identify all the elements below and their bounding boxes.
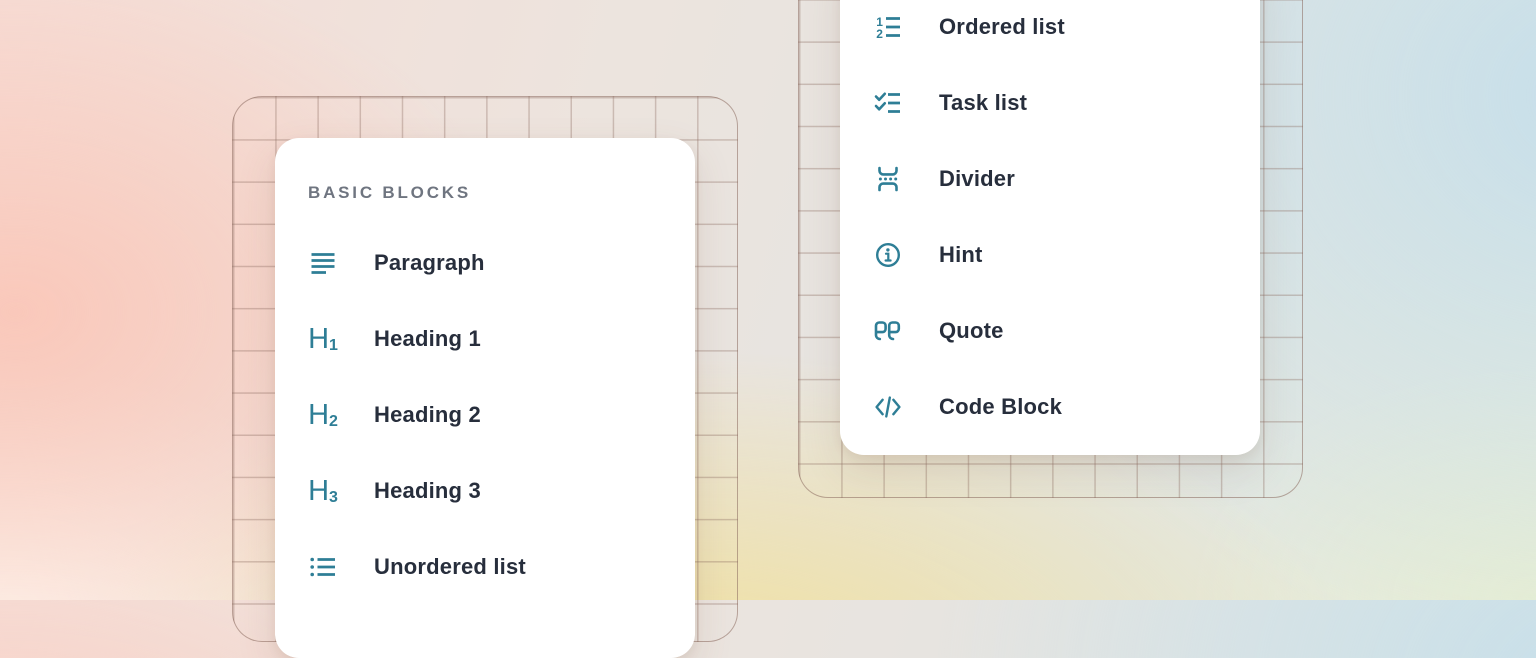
menu-item-quote[interactable]: Quote (873, 314, 1260, 348)
menu-item-label: Paragraph (374, 250, 485, 276)
menu-item-code-block[interactable]: Code Block (873, 390, 1260, 424)
task-list-icon (873, 88, 903, 118)
basic-blocks-card: BASIC BLOCKS Paragraph H1 Heading 1 H2 Headi… (275, 138, 695, 658)
menu-item-hint[interactable]: Hint (873, 238, 1260, 272)
code-block-icon (873, 392, 903, 422)
menu-item-label: Heading 2 (374, 402, 481, 428)
section-label: BASIC BLOCKS (308, 184, 695, 202)
menu-item-label: Quote (939, 318, 1004, 344)
menu-item-heading-2[interactable]: H2 Heading 2 (308, 398, 695, 432)
menu-item-heading-3[interactable]: H3 Heading 3 (308, 474, 695, 508)
paragraph-icon (308, 248, 338, 278)
menu-item-label: Heading 3 (374, 478, 481, 504)
menu-item-label: Code Block (939, 394, 1062, 420)
heading-3-icon: H3 (308, 476, 338, 506)
quote-icon (873, 316, 903, 346)
menu-item-unordered-list[interactable]: Unordered list (308, 550, 695, 584)
basic-blocks-item-list: Paragraph H1 Heading 1 H2 Heading 2 H3 Heading… (308, 246, 695, 626)
ordered-list-icon: 12 (873, 12, 903, 42)
menu-item-ordered-list[interactable]: 12 Ordered list (873, 10, 1260, 44)
menu-item-paragraph[interactable]: Paragraph (308, 246, 695, 280)
menu-item-divider[interactable]: Divider (873, 162, 1260, 196)
more-blocks-card: 12 Ordered list Task list Divider Hint Quote C… (840, 0, 1260, 455)
more-blocks-item-list: 12 Ordered list Task list Divider Hint Quote C… (873, 10, 1260, 466)
unordered-list-icon (308, 552, 338, 582)
menu-item-label: Unordered list (374, 554, 526, 580)
menu-item-label: Task list (939, 90, 1027, 116)
menu-item-label: Hint (939, 242, 983, 268)
svg-text:2: 2 (876, 27, 883, 41)
hint-icon (873, 240, 903, 270)
menu-item-label: Heading 1 (374, 326, 481, 352)
heading-2-icon: H2 (308, 400, 338, 430)
heading-1-icon: H1 (308, 324, 338, 354)
menu-item-label: Ordered list (939, 14, 1065, 40)
menu-item-heading-1[interactable]: H1 Heading 1 (308, 322, 695, 356)
divider-icon (873, 164, 903, 194)
background-gradient: { "basic_blocks_card": { "section_label"… (0, 0, 1536, 600)
menu-item-label: Divider (939, 166, 1015, 192)
menu-item-task-list[interactable]: Task list (873, 86, 1260, 120)
